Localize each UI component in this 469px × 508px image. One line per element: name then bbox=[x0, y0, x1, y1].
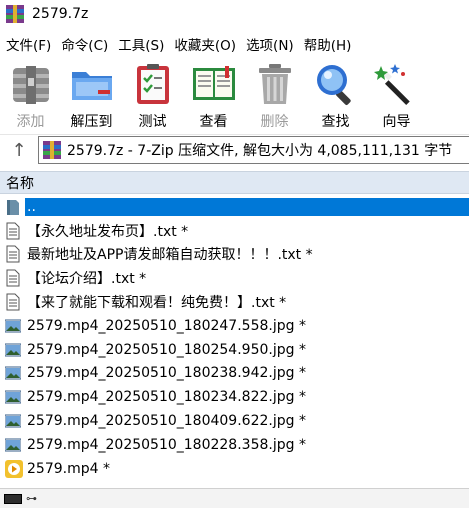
list-item[interactable]: 2579.mp4_20250510_180238.942.jpg * bbox=[0, 362, 469, 386]
file-name: 2579.mp4_20250510_180409.622.jpg * bbox=[27, 413, 306, 430]
folder-up-icon bbox=[5, 198, 21, 216]
find-label: 查找 bbox=[321, 114, 350, 130]
test-button[interactable]: 测试 bbox=[122, 58, 183, 134]
image-file-icon bbox=[4, 436, 22, 454]
file-name: .. bbox=[25, 197, 469, 216]
list-item[interactable]: 2579.mp4_20250510_180409.622.jpg * bbox=[0, 409, 469, 433]
window-title: 2579.7z bbox=[32, 6, 89, 22]
status-bar: ⊶ bbox=[0, 488, 469, 508]
list-item[interactable]: 2579.mp4_20250510_180228.358.jpg * bbox=[0, 433, 469, 457]
view-button[interactable]: 查看 bbox=[183, 58, 244, 134]
file-name: 2579.mp4_20250510_180228.358.jpg * bbox=[27, 436, 306, 453]
extract-folder-icon bbox=[68, 60, 116, 108]
file-name: 【永久地址发布页】.txt * bbox=[27, 223, 189, 240]
column-header-name[interactable]: 名称 bbox=[0, 171, 469, 194]
view-book-icon bbox=[190, 60, 238, 108]
find-button[interactable]: 查找 bbox=[305, 58, 366, 134]
text-file-icon bbox=[5, 269, 21, 287]
menu-options[interactable]: 选项(N) bbox=[241, 34, 299, 54]
delete-label: 删除 bbox=[260, 114, 289, 130]
test-checklist-icon bbox=[129, 60, 177, 108]
text-file-icon bbox=[5, 245, 21, 263]
drive-icon[interactable] bbox=[4, 493, 22, 504]
archive-icon bbox=[43, 141, 61, 159]
list-item-parent[interactable]: .. bbox=[0, 195, 469, 219]
menu-bar: 文件(F) 命令(C) 工具(S) 收藏夹(O) 选项(N) 帮助(H) bbox=[0, 33, 469, 55]
file-list: .. 【永久地址发布页】.txt * 最新地址及APP请发邮箱自动获取！！！.t… bbox=[0, 195, 469, 481]
menu-file[interactable]: 文件(F) bbox=[0, 34, 56, 54]
image-file-icon bbox=[4, 364, 22, 382]
menu-tools[interactable]: 工具(S) bbox=[113, 34, 169, 54]
trash-icon bbox=[251, 60, 299, 108]
delete-button[interactable]: 删除 bbox=[244, 58, 305, 134]
winrar-app-icon[interactable] bbox=[6, 5, 24, 23]
list-item[interactable]: 2579.mp4 * bbox=[0, 457, 469, 481]
list-item[interactable]: 【永久地址发布页】.txt * bbox=[0, 219, 469, 243]
image-file-icon bbox=[4, 412, 22, 430]
view-label: 查看 bbox=[199, 114, 228, 130]
list-item[interactable]: 2579.mp4_20250510_180234.822.jpg * bbox=[0, 385, 469, 409]
video-file-icon bbox=[5, 459, 23, 478]
text-file-icon bbox=[5, 222, 21, 240]
address-text: 2579.7z - 7-Zip 压缩文件, 解包大小为 4,085,111,13… bbox=[67, 143, 453, 159]
add-label: 添加 bbox=[16, 114, 45, 130]
file-name: 【论坛介绍】.txt * bbox=[27, 271, 147, 288]
add-archive-icon bbox=[7, 60, 55, 108]
key-icon[interactable]: ⊶ bbox=[26, 492, 37, 505]
add-button[interactable]: 添加 bbox=[0, 58, 61, 134]
menu-help[interactable]: 帮助(H) bbox=[299, 34, 357, 54]
title-bar: 2579.7z bbox=[0, 0, 469, 28]
test-label: 测试 bbox=[138, 114, 167, 130]
wizard-wand-icon bbox=[373, 60, 421, 108]
file-name: 最新地址及APP请发邮箱自动获取！！！.txt * bbox=[27, 247, 313, 264]
file-name: 2579.mp4_20250510_180254.950.jpg * bbox=[27, 341, 306, 358]
menu-favorites[interactable]: 收藏夹(O) bbox=[169, 34, 241, 54]
file-name: 2579.mp4_20250510_180247.558.jpg * bbox=[27, 317, 306, 334]
file-name: 2579.mp4 * bbox=[27, 460, 110, 477]
column-header-label: 名称 bbox=[6, 175, 34, 192]
wizard-label: 向导 bbox=[382, 114, 411, 130]
list-item[interactable]: 最新地址及APP请发邮箱自动获取！！！.txt * bbox=[0, 243, 469, 267]
menu-command[interactable]: 命令(C) bbox=[56, 34, 113, 54]
image-file-icon bbox=[4, 341, 22, 359]
wizard-button[interactable]: 向导 bbox=[366, 58, 427, 134]
list-item[interactable]: 【来了就能下载和观看！纯免费！】.txt * bbox=[0, 290, 469, 314]
toolbar: 添加 解压到 测试 查看 删除 查找 向导 bbox=[0, 58, 469, 134]
file-name: 2579.mp4_20250510_180234.822.jpg * bbox=[27, 389, 306, 406]
address-bar: ↑ 2579.7z - 7-Zip 压缩文件, 解包大小为 4,085,111,… bbox=[0, 134, 469, 165]
arrow-up-icon: ↑ bbox=[11, 139, 27, 161]
text-file-icon bbox=[5, 293, 21, 311]
list-item[interactable]: 2579.mp4_20250510_180247.558.jpg * bbox=[0, 314, 469, 338]
list-item[interactable]: 【论坛介绍】.txt * bbox=[0, 266, 469, 290]
file-name: 【来了就能下载和观看！纯免费！】.txt * bbox=[27, 295, 287, 312]
image-file-icon bbox=[4, 388, 22, 406]
list-item[interactable]: 2579.mp4_20250510_180254.950.jpg * bbox=[0, 338, 469, 362]
file-name: 2579.mp4_20250510_180238.942.jpg * bbox=[27, 365, 306, 382]
extract-to-label: 解压到 bbox=[70, 114, 113, 130]
image-file-icon bbox=[4, 317, 22, 335]
extract-to-button[interactable]: 解压到 bbox=[61, 58, 122, 134]
address-field[interactable]: 2579.7z - 7-Zip 压缩文件, 解包大小为 4,085,111,13… bbox=[38, 136, 469, 164]
magnifier-icon bbox=[312, 60, 360, 108]
up-folder-button[interactable]: ↑ bbox=[0, 135, 38, 165]
